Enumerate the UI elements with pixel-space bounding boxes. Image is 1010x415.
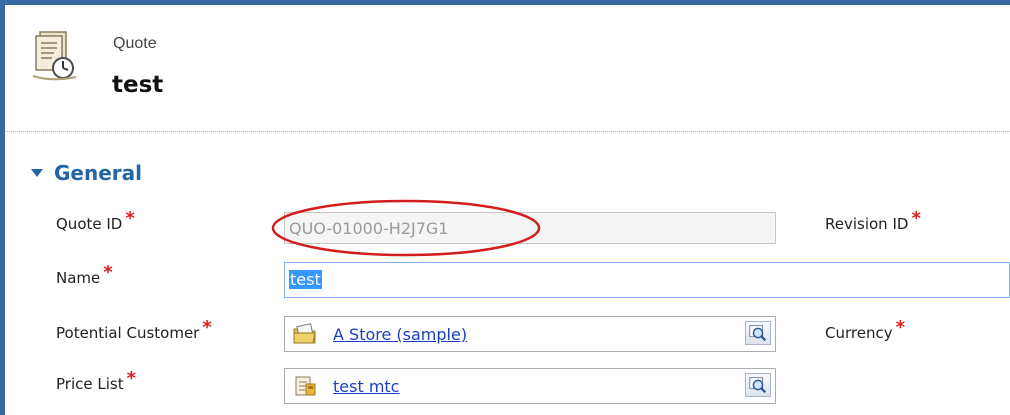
highlight-ring-annotation	[271, 199, 541, 257]
section-title: General	[54, 161, 142, 185]
revision-id-label-text: Revision ID	[825, 215, 909, 233]
entity-type-label: Quote	[113, 35, 157, 52]
name-label: Name *	[56, 262, 113, 288]
name-value: test	[289, 270, 322, 289]
price-list-lookup-button[interactable]	[745, 373, 771, 397]
required-marker: *	[126, 368, 137, 389]
potential-customer-link[interactable]: A Store (sample)	[333, 325, 467, 344]
potential-customer-label: Potential Customer *	[56, 317, 212, 343]
required-marker: *	[103, 262, 113, 283]
lookup-magnifier-icon[interactable]	[746, 374, 770, 396]
required-marker: *	[202, 317, 212, 338]
name-input[interactable]: test	[284, 262, 1010, 298]
quote-id-label-text: Quote ID	[56, 215, 123, 233]
price-list-label-text: Price List	[56, 375, 124, 393]
lookup-magnifier-icon[interactable]	[746, 322, 770, 344]
name-label-text: Name	[56, 269, 101, 287]
currency-label-text: Currency	[825, 324, 893, 342]
price-list-lookup[interactable]: test mtc	[284, 368, 776, 404]
quote-document-icon	[32, 31, 77, 81]
price-list-link[interactable]: test mtc	[333, 377, 399, 396]
potential-customer-label-text: Potential Customer	[56, 324, 200, 342]
triangle-down-icon[interactable]	[30, 166, 44, 180]
potential-customer-lookup-button[interactable]	[745, 321, 771, 345]
header-divider	[5, 131, 1010, 132]
record-title: test	[112, 72, 164, 98]
price-list-label: Price List *	[56, 368, 136, 394]
section-general-header[interactable]: General	[30, 158, 142, 188]
potential-customer-lookup[interactable]: A Store (sample)	[284, 316, 776, 352]
required-marker: *	[125, 208, 135, 229]
form-header: Quote test	[5, 5, 1010, 131]
currency-label: Currency *	[825, 317, 905, 343]
price-list-icon	[295, 376, 316, 396]
required-marker: *	[911, 208, 921, 229]
required-marker: *	[895, 317, 906, 338]
account-folder-icon	[293, 323, 316, 344]
quote-id-label: Quote ID *	[56, 208, 135, 234]
revision-id-label: Revision ID *	[825, 208, 921, 234]
